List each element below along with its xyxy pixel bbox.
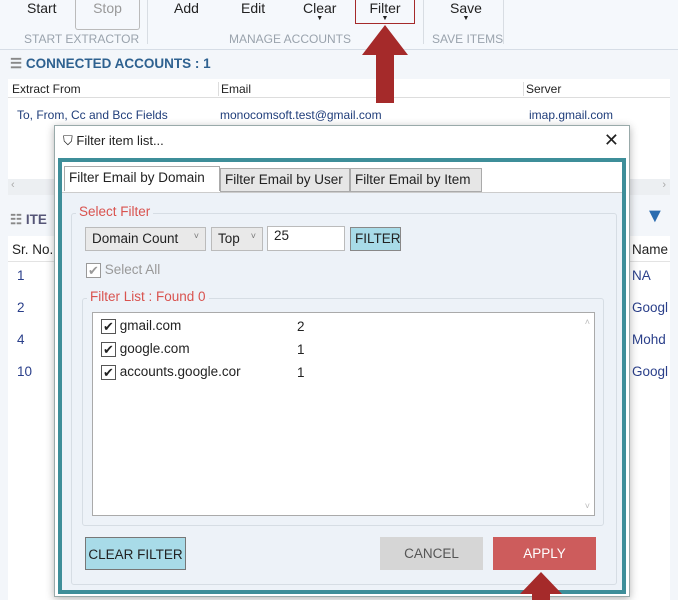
dialog-title: Filter item list... — [76, 133, 164, 148]
cell: 2 — [17, 300, 25, 315]
divider — [147, 0, 148, 44]
cell: Googl — [632, 300, 669, 315]
domain: gmail.com — [119, 318, 182, 333]
start-button[interactable]: Start — [27, 0, 57, 16]
list-icon: ☷ — [10, 212, 23, 227]
column-header[interactable]: Name — [632, 242, 668, 257]
select-filter-label: Select Filter — [76, 204, 154, 219]
checkbox-checked-icon[interactable]: ✔ — [101, 318, 116, 334]
checkbox-checked-icon[interactable]: ✔ — [101, 341, 116, 357]
tab-filter-by-user[interactable]: Filter Email by User — [220, 168, 350, 192]
chevron-down-icon: ˅ — [250, 231, 256, 241]
add-button[interactable]: Add — [174, 0, 199, 16]
column-header[interactable]: Extract From — [12, 82, 81, 96]
list-item[interactable]: ✔ gmail.com 2 — [101, 318, 305, 334]
cell: imap.gmail.com — [529, 108, 614, 122]
filter-icon[interactable]: ▼ — [645, 205, 665, 228]
ribbon-toolbar: Start Stop Add Edit Clear ▼ Filter ▼ Save ▼… — [0, 0, 678, 50]
select-all-checkbox[interactable]: ✔ Select All — [86, 262, 160, 278]
funnel-icon: ⛉ — [63, 133, 73, 148]
filter-type-dropdown[interactable]: Domain Count ˅ — [85, 227, 206, 251]
checkbox-checked-icon: ✔ — [86, 262, 101, 278]
annotation-arrow-up — [362, 25, 408, 103]
chevron-down-icon: ˅ — [193, 231, 199, 241]
caret-down-icon: ▼ — [316, 15, 324, 22]
filter-button[interactable]: FILTER — [350, 227, 401, 251]
group-label: START EXTRACTOR — [24, 32, 140, 46]
group-label: MANAGE ACCOUNTS — [229, 32, 352, 46]
tab-filter-by-item[interactable]: Filter Email by Item — [350, 168, 482, 192]
domain: google.com — [119, 341, 190, 356]
scroll-up-icon[interactable]: ˄ — [585, 317, 590, 327]
count: 2 — [297, 319, 305, 334]
close-icon[interactable]: ✕ — [604, 130, 619, 151]
domain-list: ˄ ˅ ✔ gmail.com 2 ✔ google.com 1 ✔ account… — [92, 312, 595, 516]
divider — [423, 0, 424, 44]
list-item[interactable]: ✔ google.com 1 — [101, 341, 305, 357]
cell: Googl — [632, 364, 669, 379]
selected-value: Domain Count — [92, 231, 179, 246]
column-header[interactable]: Email — [218, 82, 251, 96]
items-header: ☷ ITE — [10, 212, 47, 228]
annotation-arrow-up — [520, 572, 562, 600]
group-label: SAVE ITEMS — [432, 32, 504, 46]
connected-accounts-title: CONNECTED ACCOUNTS : 1 — [25, 56, 211, 71]
count: 1 — [297, 365, 305, 380]
select-all-label: Select All — [104, 262, 161, 277]
cancel-button[interactable]: CANCEL — [380, 537, 483, 570]
divider — [503, 0, 504, 44]
filter-list-label: Filter List : Found 0 — [87, 289, 209, 304]
column-header[interactable]: Server — [523, 82, 561, 96]
edit-button[interactable]: Edit — [241, 0, 265, 16]
save-label: Save — [450, 0, 482, 16]
clear-filter-button[interactable]: CLEAR FILTER — [85, 537, 186, 570]
column-header[interactable]: Sr. No. — [12, 242, 53, 257]
clear-button[interactable]: Clear ▼ — [303, 0, 336, 22]
order-dropdown[interactable]: Top ˅ — [211, 227, 263, 251]
stop-button[interactable]: Stop — [75, 0, 140, 30]
tab-filter-by-domain[interactable]: Filter Email by Domain — [64, 166, 220, 191]
checkbox-checked-icon[interactable]: ✔ — [101, 364, 116, 380]
cell: 1 — [17, 268, 25, 283]
domain: accounts.google.cor — [119, 364, 241, 379]
cell: monocomsoft.test@gmail.com — [220, 108, 382, 122]
caret-down-icon: ▼ — [381, 15, 389, 22]
apply-button[interactable]: APPLY — [493, 537, 596, 570]
dialog-titlebar: ⛉ Filter item list... — [63, 133, 164, 149]
list-icon: ☰ — [10, 56, 23, 71]
cell: 10 — [17, 364, 33, 379]
filter-button[interactable]: Filter ▼ — [355, 0, 415, 24]
cell: 4 — [17, 332, 25, 347]
items-title: ITE — [25, 212, 47, 227]
cell: Mohd — [632, 332, 666, 347]
cell: NA — [632, 268, 651, 283]
selected-value: Top — [218, 231, 240, 246]
filter-dialog: ⛉ Filter item list... ✕ Filter Email by … — [54, 125, 630, 597]
list-item[interactable]: ✔ accounts.google.cor 1 — [101, 364, 361, 380]
count-input[interactable]: 25 — [267, 226, 345, 251]
cell: To, From, Cc and Bcc Fields — [17, 108, 168, 122]
filter-label: Filter — [369, 0, 401, 16]
scroll-down-icon[interactable]: ˅ — [585, 501, 590, 511]
dialog-body: Filter Email by Domain Filter Email by U… — [58, 158, 626, 594]
connected-accounts-header: ☰ CONNECTED ACCOUNTS : 1 — [10, 56, 211, 72]
caret-down-icon: ▼ — [462, 15, 470, 22]
save-button[interactable]: Save ▼ — [450, 0, 482, 22]
clear-label: Clear — [303, 0, 337, 16]
count: 1 — [297, 342, 305, 357]
